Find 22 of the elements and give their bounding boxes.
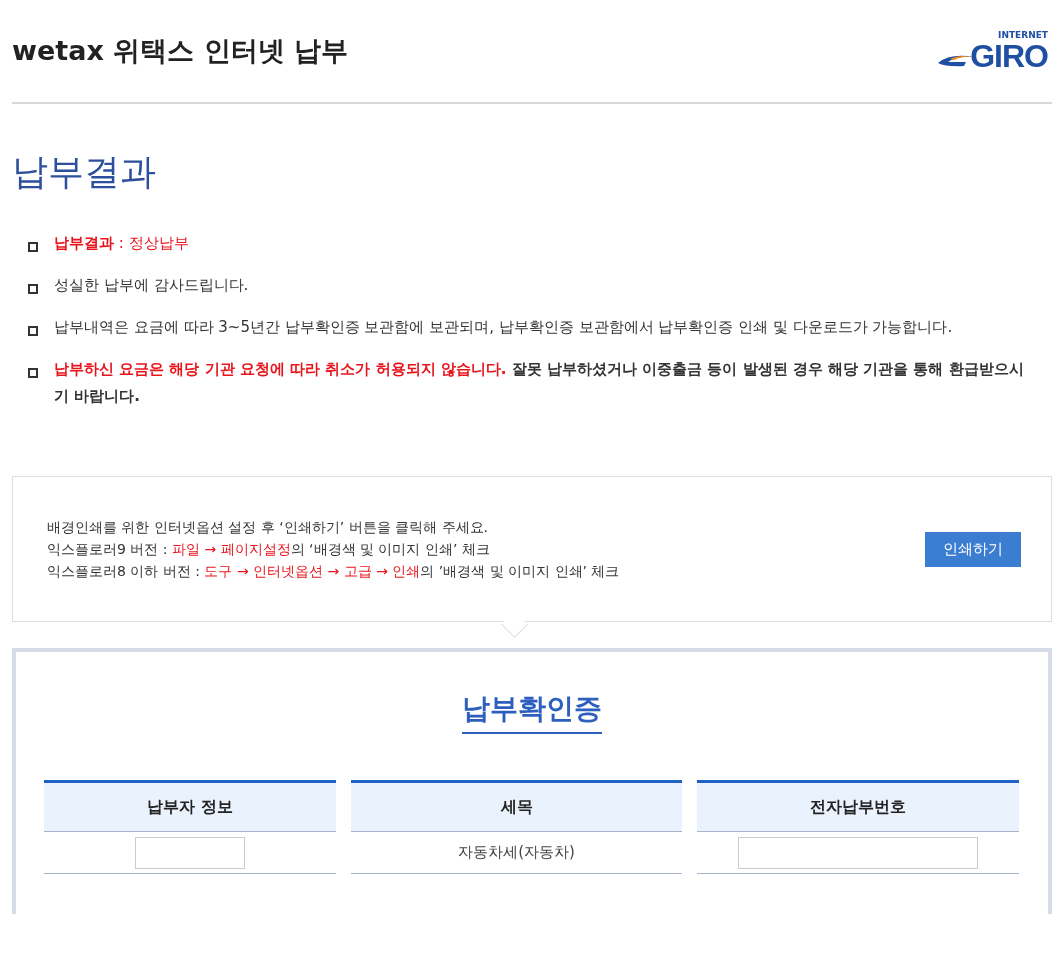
giro-logo: INTERNET GIRO xyxy=(936,30,1048,72)
instruction-text: 배경인쇄를 위한 인터넷옵션 설정 후 ‘인쇄하기’ 버튼을 클릭해 주세요. xyxy=(47,518,489,537)
site-title: wetax 위택스 인터넷 납부 xyxy=(12,34,348,68)
column-header: 세목 xyxy=(351,780,682,832)
page-title: 납부결과 xyxy=(12,150,157,194)
bullet-icon xyxy=(28,326,38,336)
input-field[interactable] xyxy=(738,836,978,869)
instruction-text: 익스플로러8 이하 버전 : 도구 → 인터넷옵션 → 고급 → 인쇄 의 ’배경색 및 이미지 인쇄’ 체크 xyxy=(47,562,620,581)
notice-text: 납부하신 요금은 해당 기관 요청에 따라 취소가 허용되지 않습니다. 잘못 납부하셨거나 이중출금 등이 발생된 경우 해당 기관을 통해 환급받으시기 바랍니다. xyxy=(54,359,1025,407)
instruction-text: 익스플로러9 버전 : 파일 → 페이지설정 의 ‘배경색 및 이미지 인쇄’ 체크 xyxy=(47,540,491,559)
notice-text: 납부내역은 요금에 따라 3~5년간 납부확인증 보관함에 보관되며, 납부확인증 보관함에서 납부확인증 인쇄 및 다운로드가 가능합니다. xyxy=(54,317,954,338)
certificate-title: 납부확인증 xyxy=(462,690,602,734)
notice-text: 납부결과 : 정상납부 xyxy=(54,233,190,254)
bullet-icon xyxy=(28,242,38,252)
table-cell: 자동차세(자동차) xyxy=(458,843,575,862)
input-field[interactable] xyxy=(135,836,245,869)
column-header: 전자납부번호 xyxy=(697,780,1019,832)
notice-text: 성실한 납부에 감사드립니다. xyxy=(54,275,250,296)
column-header: 납부자 정보 xyxy=(44,780,336,832)
print-button[interactable]: 인쇄하기 xyxy=(925,531,1021,567)
bullet-icon xyxy=(28,284,38,294)
bullet-icon xyxy=(28,368,38,378)
